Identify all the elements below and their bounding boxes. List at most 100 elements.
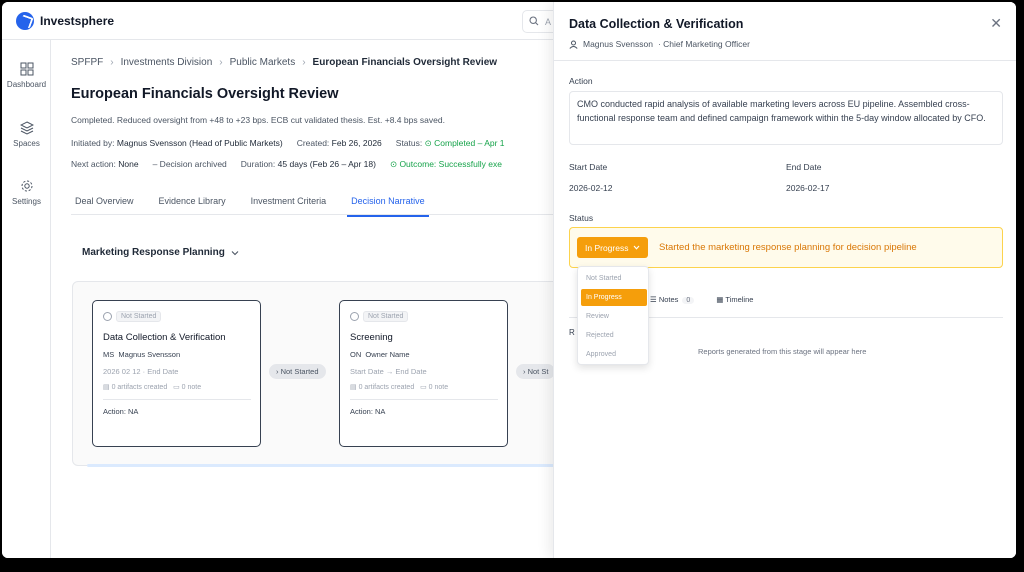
card-action: Action: NA [350, 407, 386, 416]
created-date: Created: Feb 26, 2026 [296, 138, 382, 148]
app-logo[interactable]: Investsphere [16, 12, 114, 30]
status-box: In Progress Started the marketing respon… [569, 227, 1003, 268]
status-badge: Not Started [350, 311, 409, 322]
panel-sub-tabs: ☰ Notes 0 ▦ Timeline [650, 295, 753, 304]
action-label: Action [569, 76, 593, 86]
comment-icon: ▭ [173, 384, 180, 391]
breadcrumb-item[interactable]: Investments Division [121, 57, 213, 68]
sidebar: Dashboard Spaces Settings [2, 40, 51, 558]
chevron-right-icon: › [276, 367, 279, 376]
status-option[interactable]: Approved [581, 346, 647, 363]
gear-icon [20, 179, 34, 193]
start-date-value[interactable]: 2026-02-12 [569, 183, 612, 193]
chevron-right-icon: › [523, 367, 526, 376]
grid-icon [20, 62, 34, 76]
sidebar-item-label: Spaces [13, 139, 40, 148]
divider [554, 60, 1016, 61]
comment-icon: ▭ [420, 384, 427, 391]
tab-evidence-library[interactable]: Evidence Library [155, 190, 230, 217]
chevron-right-icon: › [219, 57, 223, 68]
search-icon [529, 16, 539, 26]
tab-deal-overview[interactable]: Deal Overview [71, 190, 138, 217]
end-date-label: End Date [786, 162, 822, 172]
stage-selector[interactable]: Marketing Response Planning [82, 247, 239, 258]
status-circle-icon [350, 312, 359, 321]
status-dropdown-button[interactable]: In Progress [577, 237, 649, 258]
layers-icon [19, 121, 34, 135]
stage-connector: › Not St [516, 364, 556, 379]
tab-decision-narrative[interactable]: Decision Narrative [347, 190, 429, 217]
sidebar-item-settings[interactable]: Settings [2, 179, 51, 206]
outcome: ⊙ Outcome: Successfully exe [389, 159, 502, 169]
status-option-selected[interactable]: In Progress [581, 289, 647, 306]
check-circle-icon: ⊙ [389, 159, 398, 169]
chevron-down-icon [231, 250, 239, 256]
review-summary: Completed. Reduced oversight from +48 to… [71, 115, 445, 125]
sidebar-item-dashboard[interactable]: Dashboard [2, 62, 51, 89]
file-icon: ▤ [103, 384, 110, 391]
tab-timeline[interactable]: ▦ Timeline [716, 295, 753, 304]
app-window: Investsphere A Dashboard Spaces Settings… [2, 2, 1016, 558]
logo-icon [16, 12, 34, 30]
card-title: Data Collection & Verification [103, 332, 226, 343]
sidebar-item-label: Dashboard [6, 80, 47, 89]
divider [350, 399, 498, 400]
card-title: Screening [350, 332, 393, 343]
horizontal-scrollbar[interactable] [87, 464, 557, 467]
card-dates: 2026 02 12 · End Date [103, 367, 179, 376]
card-owner: MS Magnus Svensson [103, 350, 181, 359]
reports-heading: R [569, 328, 575, 337]
search-placeholder: A [545, 17, 552, 27]
stage-selector-label: Marketing Response Planning [82, 247, 225, 258]
stage-connector: › Not Started [269, 364, 326, 379]
list-icon: ☰ [650, 295, 657, 304]
breadcrumb-item[interactable]: SPFPF [71, 57, 103, 68]
breadcrumb: SPFPF › Investments Division › Public Ma… [71, 57, 497, 68]
page-title: European Financials Oversight Review [71, 86, 339, 102]
close-icon[interactable]: ✕ [990, 16, 1002, 30]
panel-title: Data Collection & Verification [569, 17, 744, 31]
divider [103, 399, 251, 400]
file-icon: ▤ [350, 384, 357, 391]
chevron-down-icon [633, 245, 640, 250]
sidebar-item-label: Settings [12, 197, 41, 206]
sidebar-item-spaces[interactable]: Spaces [2, 121, 51, 148]
meta-row-2: Next action: None – Decision archived Du… [71, 159, 502, 170]
status-label: Status [569, 213, 594, 223]
chevron-right-icon: › [110, 57, 114, 68]
tab-bar: Deal Overview Evidence Library Investmen… [71, 190, 446, 217]
breadcrumb-item[interactable]: Public Markets [230, 57, 296, 68]
breadcrumb-current: European Financials Oversight Review [312, 57, 498, 68]
status-option[interactable]: Rejected [581, 327, 647, 344]
stage-board: Not Started Data Collection & Verificati… [72, 281, 572, 467]
card-owner: ON Owner Name [350, 350, 410, 359]
card-action: Action: NA [103, 407, 139, 416]
initiated-by: Initiated by: Magnus Svensson (Head of P… [71, 138, 283, 148]
status-message: Started the marketing response planning … [659, 242, 917, 253]
stage-card[interactable]: Not Started Screening ON Owner Name Star… [339, 300, 508, 447]
tab-investment-criteria[interactable]: Investment Criteria [247, 190, 331, 217]
status-option[interactable]: Review [581, 308, 647, 325]
end-date-value[interactable]: 2026-02-17 [786, 183, 829, 193]
chevron-right-icon: › [302, 57, 306, 68]
stage-detail-panel: Data Collection & Verification ✕ Magnus … [553, 2, 1016, 558]
duration: Duration: 45 days (Feb 26 – Apr 18) [240, 159, 376, 169]
status-badge: Not Started [103, 311, 162, 322]
meta-row-1: Initiated by: Magnus Svensson (Head of P… [71, 138, 505, 149]
card-artifacts: ▤ 0 artifacts created ▭ 0 note [350, 384, 449, 391]
card-dates: Start Date → End Date [350, 367, 427, 376]
status-meta: Status: ⊙ Completed – Apr 1 [395, 138, 505, 148]
start-date-label: Start Date [569, 162, 608, 172]
tab-notes[interactable]: ☰ Notes 0 [650, 295, 695, 304]
next-action: Next action: None [71, 159, 139, 169]
user-icon [569, 40, 578, 49]
check-circle-icon: ⊙ [424, 138, 432, 148]
tab-divider [71, 214, 556, 215]
status-option[interactable]: Not Started [581, 270, 647, 287]
action-textarea[interactable]: CMO conducted rapid analysis of availabl… [569, 91, 1003, 145]
app-name: Investsphere [40, 14, 115, 28]
stage-card[interactable]: Not Started Data Collection & Verificati… [92, 300, 261, 447]
decision-archived: – Decision archived [152, 159, 227, 169]
status-circle-icon [103, 312, 112, 321]
calendar-icon: ▦ [716, 295, 724, 304]
